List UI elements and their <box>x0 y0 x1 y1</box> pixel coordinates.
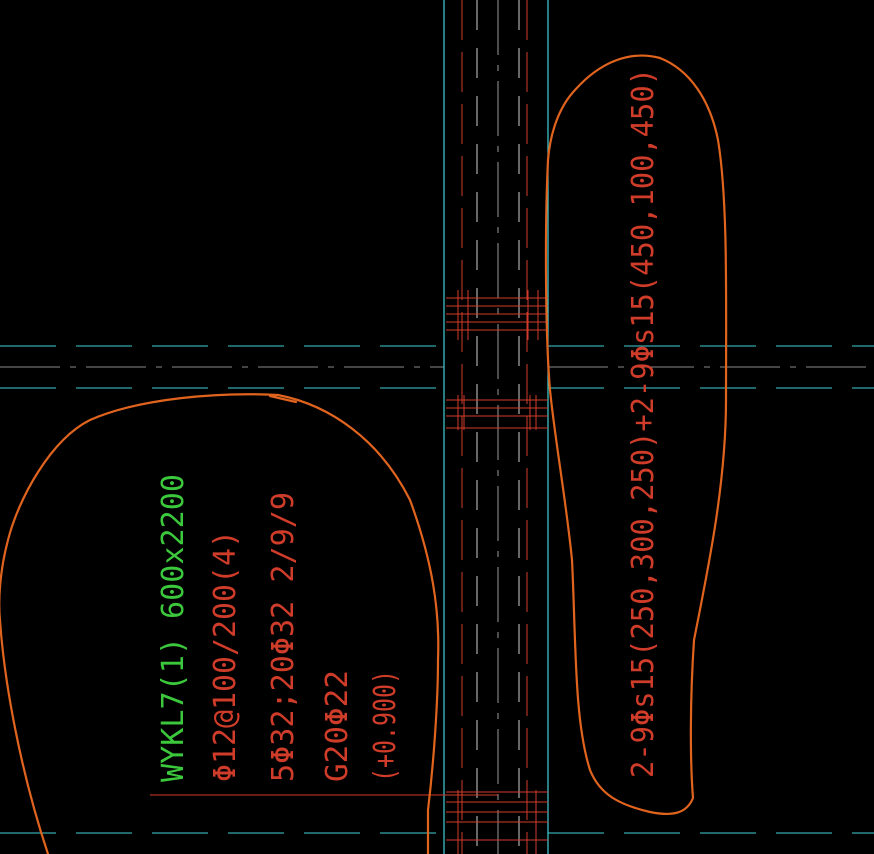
drawing-background <box>0 0 874 854</box>
beam-name-size-text: WYKL7(1) 600x2200 <box>156 474 191 782</box>
prestress-tendon-text: 2-9Φs15(250,300,250)+2-9Φs15(450,100,450… <box>626 68 661 778</box>
main-bars-text: 5Φ32;20Φ32 2/9/9 <box>266 492 301 782</box>
stirrup-text: Φ12@100/200(4) <box>208 530 243 782</box>
cad-drawing: WYKL7(1) 600x2200 Φ12@100/200(4) 5Φ32;20… <box>0 0 874 854</box>
side-bars-text: G20Φ22 <box>320 670 355 782</box>
elevation-text: (+0.900) <box>368 670 403 782</box>
